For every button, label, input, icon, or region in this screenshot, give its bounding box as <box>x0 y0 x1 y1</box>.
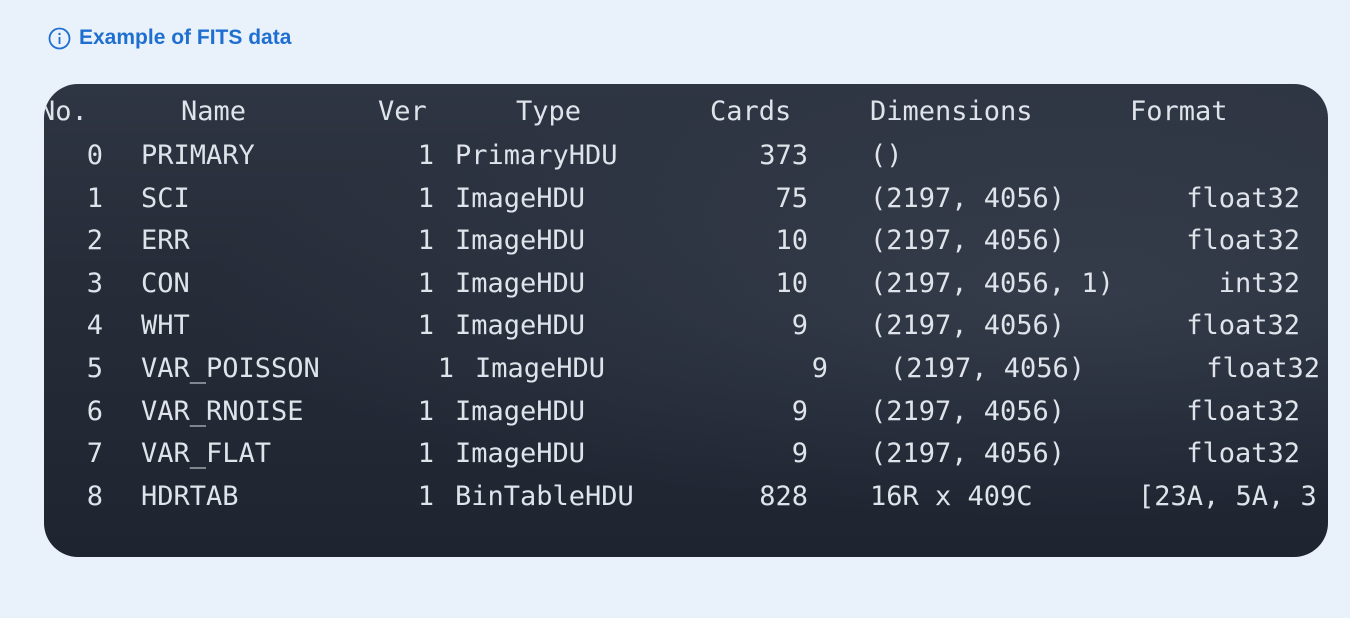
cell-cards: 75 <box>775 183 808 214</box>
cell-ver: 1 <box>417 481 434 512</box>
cell-ver: 1 <box>417 396 434 427</box>
cell-format: int32 <box>1218 268 1300 299</box>
info-icon <box>48 27 71 50</box>
table-row: 6 VAR_RNOISE 1 ImageHDU 9 (2197, 4056) float32 <box>44 392 1328 432</box>
cell-type: PrimaryHDU <box>455 140 618 171</box>
table-row: 5 VAR_POISSON 1 ImageHDU 9 (2197, 4056) float3… <box>44 349 1328 389</box>
cell-no: 7 <box>86 438 103 469</box>
cell-cards: 9 <box>811 353 828 384</box>
cell-cards: 9 <box>791 396 808 427</box>
table-row: 7 VAR_FLAT 1 ImageHDU 9 (2197, 4056) float32 <box>44 434 1328 474</box>
table-row: 4 WHT 1 ImageHDU 9 (2197, 4056) float32 <box>44 306 1328 346</box>
cell-name: WHT <box>141 310 190 341</box>
callout-header: Example of FITS data <box>48 26 291 50</box>
cell-type: ImageHDU <box>455 396 586 427</box>
cell-cards: 9 <box>791 438 808 469</box>
terminal-output: No. Name Ver Type Cards Dimensions Forma… <box>44 84 1328 557</box>
cell-ver: 1 <box>417 225 434 256</box>
cell-cards: 828 <box>759 481 808 512</box>
cell-type: ImageHDU <box>455 268 586 299</box>
cell-format: float32 <box>1186 438 1300 469</box>
cell-name: PRIMARY <box>141 140 255 171</box>
cell-no: 4 <box>86 310 103 341</box>
table-row: 0 PRIMARY 1 PrimaryHDU 373 () <box>44 136 1328 176</box>
cell-name: HDRTAB <box>141 481 239 512</box>
cell-format: float32 <box>1186 225 1300 256</box>
header-name: Name <box>181 96 247 127</box>
cell-name: VAR_FLAT <box>141 438 272 469</box>
table-row: 8 HDRTAB 1 BinTableHDU 828 16R x 409C [23A, 5A… <box>44 477 1328 517</box>
cell-ver: 1 <box>437 353 454 384</box>
cell-no: 6 <box>86 396 103 427</box>
callout-title: Example of FITS data <box>79 26 292 49</box>
cell-dimensions: (2197, 4056) <box>870 225 1066 256</box>
cell-dimensions: (2197, 4056) <box>870 396 1066 427</box>
cell-ver: 1 <box>417 268 434 299</box>
table-header-row: No. Name Ver Type Cards Dimensions Forma… <box>44 92 1328 132</box>
cell-no: 0 <box>86 140 103 171</box>
cell-format: float32 <box>1186 396 1300 427</box>
cell-no: 1 <box>86 183 103 214</box>
cell-cards: 373 <box>759 140 808 171</box>
cell-dimensions: (2197, 4056) <box>870 183 1066 214</box>
cell-name: VAR_POISSON <box>141 353 320 384</box>
header-format: Format <box>1130 96 1228 127</box>
header-dimensions: Dimensions <box>870 96 1033 127</box>
cell-cards: 10 <box>775 225 808 256</box>
header-cards: Cards <box>710 96 792 127</box>
cell-dimensions: (2197, 4056, 1) <box>870 268 1114 299</box>
cell-type: ImageHDU <box>455 225 586 256</box>
cell-no: 8 <box>86 481 103 512</box>
cell-type: ImageHDU <box>455 183 586 214</box>
cell-dimensions: () <box>870 140 903 171</box>
table-row: 2 ERR 1 ImageHDU 10 (2197, 4056) float32 <box>44 221 1328 261</box>
cell-dimensions: 16R x 409C <box>870 481 1033 512</box>
cell-ver: 1 <box>417 183 434 214</box>
cell-cards: 10 <box>775 268 808 299</box>
header-type: Type <box>516 96 582 127</box>
cell-name: CON <box>141 268 190 299</box>
cell-name: SCI <box>141 183 190 214</box>
table-row: 1 SCI 1 ImageHDU 75 (2197, 4056) float32 <box>44 179 1328 219</box>
cell-cards: 9 <box>791 310 808 341</box>
cell-format: float32 <box>1186 183 1300 214</box>
cell-type: BinTableHDU <box>455 481 634 512</box>
cell-dimensions: (2197, 4056) <box>890 353 1086 384</box>
cell-dimensions: (2197, 4056) <box>870 438 1066 469</box>
cell-type: ImageHDU <box>455 438 586 469</box>
cell-format: float32 <box>1206 353 1320 384</box>
info-callout: Example of FITS data No. Name Ver Type C… <box>0 0 1350 618</box>
cell-ver: 1 <box>417 438 434 469</box>
cell-no: 3 <box>86 268 103 299</box>
cell-type: ImageHDU <box>455 310 586 341</box>
cell-name: VAR_RNOISE <box>141 396 304 427</box>
header-no: No. <box>44 96 88 127</box>
header-ver: Ver <box>378 96 427 127</box>
table-row: 3 CON 1 ImageHDU 10 (2197, 4056, 1) int32 <box>44 264 1328 304</box>
cell-no: 2 <box>86 225 103 256</box>
cell-type: ImageHDU <box>475 353 606 384</box>
cell-no: 5 <box>86 353 103 384</box>
cell-format: [23A, 5A, 3 <box>1138 481 1317 512</box>
cell-format: float32 <box>1186 310 1300 341</box>
cell-ver: 1 <box>417 140 434 171</box>
cell-dimensions: (2197, 4056) <box>870 310 1066 341</box>
cell-ver: 1 <box>417 310 434 341</box>
cell-name: ERR <box>141 225 190 256</box>
